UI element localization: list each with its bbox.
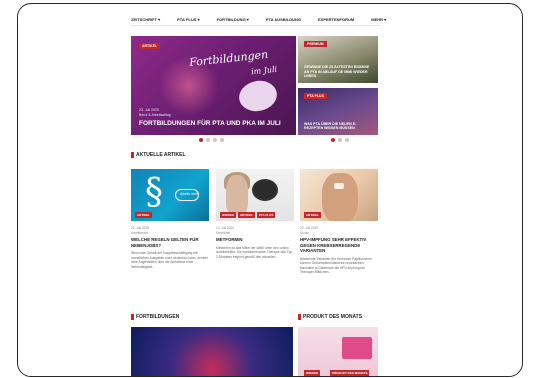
section-heading-aktuelle: AKTUELLE ARTIKEL — [131, 152, 186, 158]
section-title: PRODUKT DES MONATS — [303, 314, 363, 320]
side-card-tag[interactable]: PREMIUM — [304, 41, 327, 47]
pagination-dot[interactable] — [338, 138, 342, 142]
nav-item-zeitschrift[interactable]: ZEITSCHRIFT ▾ — [131, 17, 160, 22]
article-category: Studie — [300, 230, 310, 235]
nav-divider — [130, 25, 380, 26]
section-title: FORTBILDUNGEN — [136, 314, 180, 320]
pagination-dot-active[interactable] — [199, 138, 203, 142]
browser-frame: ZEITSCHRIFT ▾ PTA PLUS ▾ FORTBILDUNG ▾ P… — [17, 3, 523, 377]
article-excerpt: Bestimmte Varianten der Humanen Papillom… — [300, 256, 372, 275]
article-card[interactable]: WISSEN ARTIKEL PTA PLUS 10. Juli 2025 St… — [216, 169, 294, 259]
article-image[interactable]: ARTIKEL — [300, 169, 378, 221]
magnifier-icon — [252, 179, 278, 201]
section-flag-icon — [131, 314, 134, 320]
pagination-dot-active[interactable] — [331, 138, 335, 142]
hero-badge — [236, 77, 280, 115]
article-tag[interactable]: ARTIKEL — [135, 212, 152, 218]
nav-item-pta-plus[interactable]: PTA PLUS ▾ — [177, 17, 199, 22]
article-card[interactable]: ARTIKEL 22. Juli 2025 Studie HPV-IMPFUNG… — [300, 169, 378, 275]
paragraph-icon: § — [145, 172, 163, 213]
side-card-title[interactable]: WAS PTA ÜBER DIE NEUEN E-REZEPTEN WISSEN… — [304, 122, 374, 131]
hero-script-subtitle: im Juli — [250, 64, 278, 77]
bandage-icon — [334, 183, 344, 189]
hero-date: 23. Juli 2025 — [139, 108, 159, 112]
side-card-premium[interactable]: PREMIUM GEWINNE DIE 25 ÄLTESTEN BIOMINE … — [298, 36, 378, 83]
article-title[interactable]: HPV-IMPFUNG SEHR EFFEKTIV GEGEN KREBSERR… — [300, 237, 378, 254]
nav-item-fortbildung[interactable]: FORTBILDUNG ▾ — [217, 17, 249, 22]
article-tag[interactable]: ARTIKEL — [304, 212, 321, 218]
article-image[interactable]: WISSEN ARTIKEL PTA PLUS — [216, 169, 294, 221]
person-face-shape — [226, 175, 248, 215]
produkt-image[interactable]: WISSEN PRODUKT DES MONATS — [298, 327, 378, 376]
section-flag-icon — [131, 152, 134, 158]
nav-item-mehr[interactable]: MEHR ▾ — [371, 17, 386, 22]
article-image[interactable]: § Arbeits recht ARTIKEL — [131, 169, 209, 221]
article-image-text: Arbeits recht — [180, 192, 198, 196]
hero-category: Beruf & Arbeitsalltag — [139, 113, 171, 117]
hero-headline[interactable]: FORTBILDUNGEN FÜR PTA UND PKA IM JULI — [139, 120, 281, 127]
produkt-tag[interactable]: WISSEN — [304, 370, 320, 376]
article-meta: 10. Juli 2025 Steckbrief — [216, 226, 294, 235]
side-card-tag[interactable]: PTA PLUS — [304, 93, 327, 99]
produkt-tag[interactable]: PRODUKT DES MONATS — [330, 370, 370, 376]
article-excerpt: Wenn das Gehalt der Hauptbeschäftigung d… — [131, 251, 209, 269]
article-tag[interactable]: ARTIKEL — [237, 212, 255, 218]
pagination-dot[interactable] — [213, 138, 217, 142]
section-heading-produkt: PRODUKT DES MONATS — [298, 314, 362, 320]
main-navigation: ZEITSCHRIFT ▾ PTA PLUS ▾ FORTBILDUNG ▾ P… — [131, 17, 403, 22]
section-heading-fortbildungen: FORTBILDUNGEN — [131, 314, 179, 320]
hero-tag[interactable]: ARTIKEL — [139, 43, 161, 49]
nav-item-expertenforum[interactable]: EXPERTENFORUM — [318, 17, 354, 22]
hero-slide[interactable]: ARTIKEL Fortbildungen im Juli 23. Juli 2… — [131, 36, 296, 135]
hero-pagination — [199, 138, 224, 142]
pagination-dot[interactable] — [345, 138, 349, 142]
arm-shape — [322, 173, 358, 221]
section-flag-icon — [298, 314, 301, 320]
article-card[interactable]: § Arbeits recht ARTIKEL 22. Juli 2025 Ar… — [131, 169, 209, 269]
article-title[interactable]: WELCHE REGELN GELTEN FÜR NEBENJOBS? — [131, 237, 209, 248]
article-tag[interactable]: PTA PLUS — [256, 212, 276, 218]
side-card-title[interactable]: GEWINNE DIE 25 ÄLTESTEN BIOMINE AN PTA I… — [304, 65, 374, 79]
article-category: Steckbrief — [216, 230, 231, 235]
article-excerpt: Metformin ist das Mittel der Wahl unter … — [216, 245, 294, 259]
article-meta: 22. Juli 2025 Studie — [300, 226, 378, 235]
section-title: AKTUELLE ARTIKEL — [136, 152, 186, 158]
nav-item-pta-ausbildung[interactable]: PTA AUSBILDUNG — [266, 17, 301, 22]
side-pagination — [331, 138, 349, 142]
article-tag[interactable]: WISSEN — [220, 212, 236, 218]
article-title[interactable]: METFORMIN — [216, 237, 294, 243]
article-category: Arbeitsrecht — [131, 230, 149, 235]
pagination-dot[interactable] — [206, 138, 210, 142]
side-card-pta-plus[interactable]: PTA PLUS WAS PTA ÜBER DIE NEUEN E-REZEPT… — [298, 88, 378, 135]
product-box-shape — [342, 337, 372, 359]
pagination-dot[interactable] — [220, 138, 224, 142]
fortbildung-image[interactable] — [131, 327, 293, 376]
article-meta: 22. Juli 2025 Arbeitsrecht — [131, 226, 209, 235]
